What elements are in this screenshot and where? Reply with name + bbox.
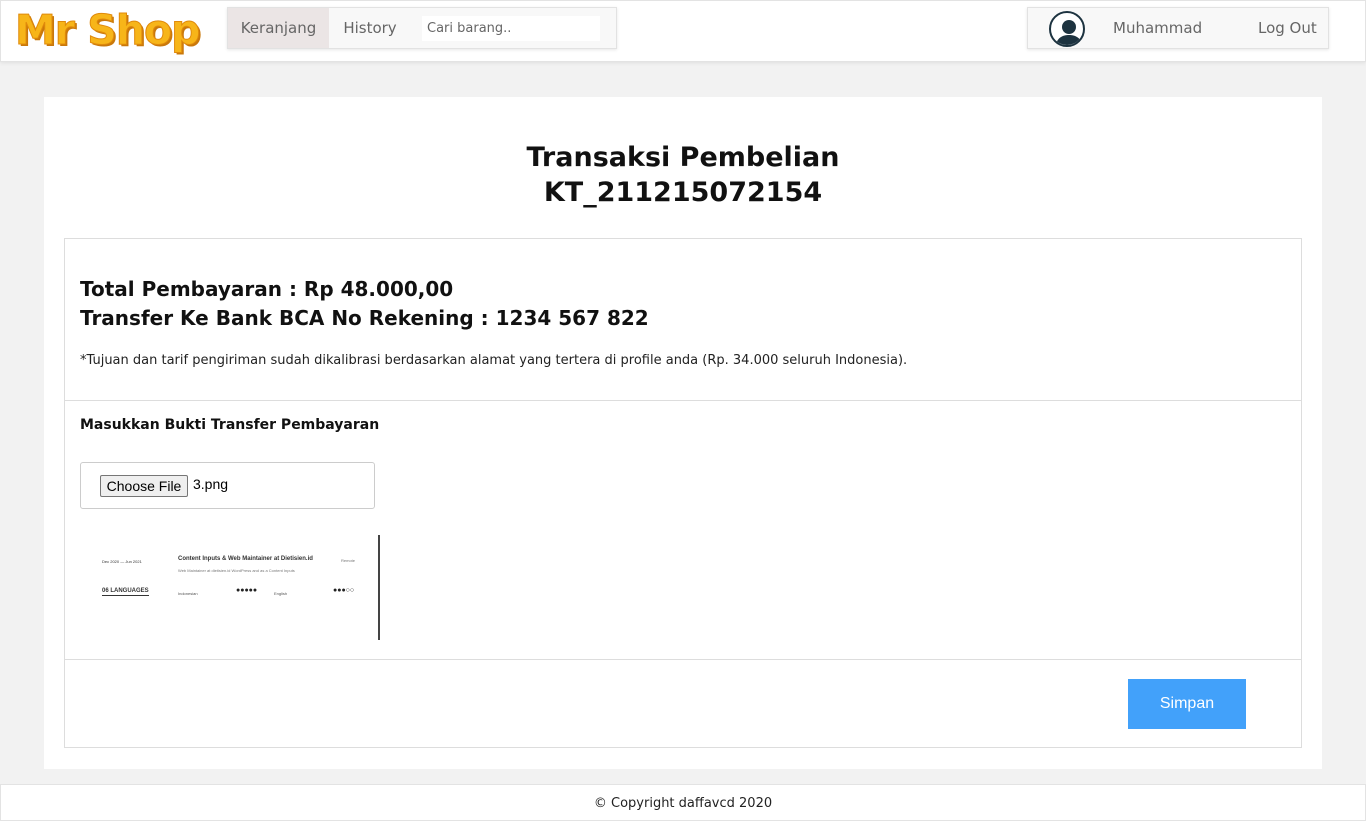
- preview-role: Content Inputs & Web Maintainer at Dieti…: [178, 556, 313, 562]
- preview-rating-1: ●●●●●: [236, 587, 258, 594]
- logout-link[interactable]: Log Out: [1258, 8, 1317, 48]
- transaction-id: KT_211215072154: [543, 177, 823, 208]
- total-payment: Total Pembayaran : Rp 48.000,00: [80, 277, 454, 301]
- transaction-card: Transaksi Pembelian KT_211215072154 Tota…: [44, 97, 1322, 769]
- preview-divider: [378, 535, 380, 640]
- upload-label: Masukkan Bukti Transfer Pembayaran: [80, 417, 380, 433]
- shipping-note: *Tujuan dan tarif pengiriman sudah dikal…: [80, 353, 908, 368]
- preview-language-2: English: [274, 591, 288, 596]
- tab-keranjang[interactable]: Keranjang: [228, 8, 329, 48]
- preview-description: Web Maintainer at dietisien.id WordPress…: [178, 568, 295, 573]
- preview-rating-2: ●●●○○: [333, 587, 355, 594]
- divider: [65, 659, 1301, 660]
- preview-section: 06 LANGUAGES: [102, 588, 149, 596]
- page-title: Transaksi Pembelian KT_211215072154: [44, 140, 1322, 210]
- tab-history[interactable]: History: [329, 8, 411, 48]
- copyright-text: © Copyright daffavcd 2020: [593, 796, 773, 811]
- brand-logo[interactable]: Mr Shop: [15, 3, 202, 57]
- proof-preview-image: Dec 2020 — Jun 2021 Content Inputs & Web…: [95, 535, 381, 640]
- nav-right-group: Muhammad Log Out: [1027, 7, 1329, 49]
- divider: [65, 400, 1301, 401]
- file-name: 3.png: [193, 476, 229, 492]
- preview-location: Remote: [341, 558, 356, 563]
- user-name[interactable]: Muhammad: [1113, 8, 1202, 48]
- search-input[interactable]: [422, 16, 600, 41]
- user-silhouette-icon[interactable]: [1049, 11, 1085, 47]
- choose-file-button[interactable]: Choose File: [100, 475, 188, 497]
- nav-left-group: Keranjang History: [227, 7, 617, 49]
- preview-date: Dec 2020 — Jun 2021: [102, 559, 142, 564]
- bank-transfer-info: Transfer Ke Bank BCA No Rekening : 1234 …: [80, 306, 649, 330]
- footer: © Copyright daffavcd 2020: [0, 784, 1366, 821]
- top-navbar: Mr Shop Keranjang History Muhammad Log O…: [0, 0, 1366, 62]
- preview-language-1: Indonesian: [178, 591, 198, 596]
- file-input[interactable]: Choose File 3.png: [80, 462, 375, 509]
- payment-panel: Total Pembayaran : Rp 48.000,00 Transfer…: [64, 238, 1302, 748]
- title-line-1: Transaksi Pembelian: [526, 142, 840, 173]
- save-button[interactable]: Simpan: [1128, 679, 1246, 729]
